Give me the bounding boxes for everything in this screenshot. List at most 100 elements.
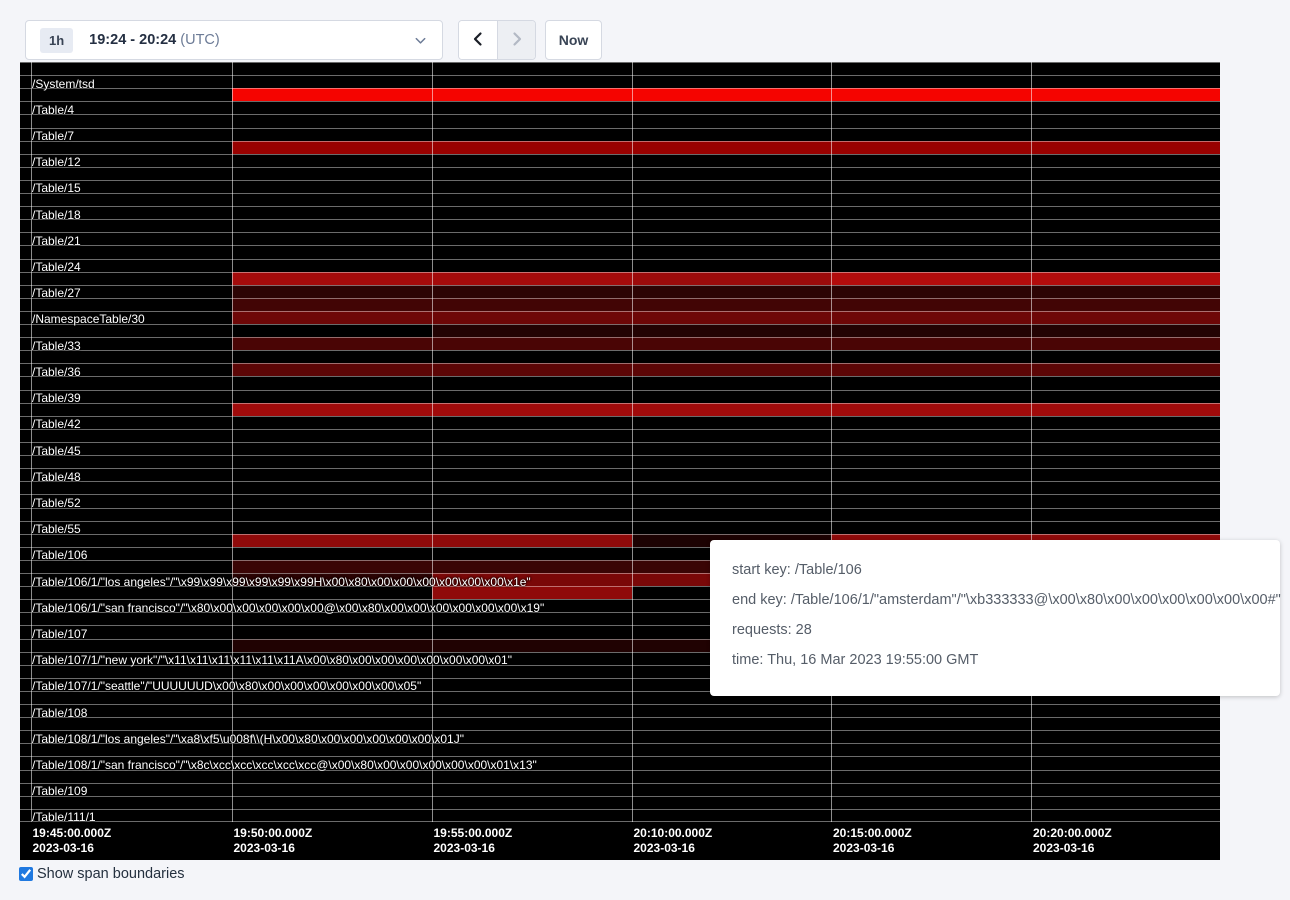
heatmap-cell[interactable] [432,141,632,154]
time-range-text: 19:24 - 20:24 (UTC) [89,32,220,48]
heatmap-cell[interactable] [232,560,432,573]
row-label: /Table/18 [32,208,81,222]
heatmap-cell[interactable] [1031,88,1220,101]
span-boundary-line [20,154,1220,155]
heatmap-cell[interactable] [632,311,832,324]
heatmap-cell[interactable] [831,337,1031,350]
span-boundary-line [20,508,1220,509]
heatmap-cell[interactable] [831,403,1031,416]
heatmap-cell[interactable] [432,324,632,337]
key-visualizer-canvas[interactable]: /System/tsd/Table/4/Table/7/Table/12/Tab… [20,62,1220,822]
next-range-button[interactable] [497,21,535,59]
heatmap-cell[interactable] [632,337,832,350]
heatmap-cell[interactable] [632,88,832,101]
heatmap-cell[interactable] [831,141,1031,154]
heatmap-cell[interactable] [831,272,1031,285]
heatmap-cell[interactable] [831,363,1031,376]
heatmap-cell[interactable] [232,141,432,154]
row-label: /Table/42 [32,417,81,431]
heatmap-cell[interactable] [432,311,632,324]
time-tick: 20:10:00.000Z2023-03-16 [634,826,713,856]
heatmap-cell[interactable] [632,403,832,416]
show-span-boundaries: Show span boundaries [19,866,185,882]
time-range-selector[interactable]: 1h 19:24 - 20:24 (UTC) [25,20,443,60]
heatmap-cell[interactable] [632,285,832,298]
heatmap-cell[interactable] [1031,272,1220,285]
heatmap-cell[interactable] [432,298,632,311]
row-label: /Table/27 [32,286,81,300]
heatmap-cell[interactable] [632,272,832,285]
heatmap-cell[interactable] [432,363,632,376]
heatmap-cell[interactable] [232,337,432,350]
heatmap-cell[interactable] [432,560,632,573]
heatmap-cell[interactable] [232,573,432,586]
time-tick-time: 20:10:00.000Z [634,826,713,841]
heatmap-cell[interactable] [1031,363,1220,376]
heatmap-cell[interactable] [1031,141,1220,154]
show-span-boundaries-checkbox[interactable] [19,867,33,881]
heatmap-cell[interactable] [432,534,632,547]
heatmap-cell[interactable] [232,363,432,376]
time-tick-date: 2023-03-16 [33,841,112,856]
heatmap-cell[interactable] [432,337,632,350]
span-boundary-line [20,756,1220,757]
span-boundary-line [20,193,1220,194]
tooltip-end-key: end key: /Table/106/1/"amsterdam"/"\xb33… [732,592,1258,608]
row-label: /Table/15 [32,181,81,195]
show-span-boundaries-label: Show span boundaries [37,866,185,882]
time-range-timezone: (UTC) [180,32,219,48]
row-label: /Table/107/1/"seattle"/"UUUUUUD\x00\x80\… [32,679,421,693]
time-tick: 20:15:00.000Z2023-03-16 [833,826,912,856]
time-tick: 20:20:00.000Z2023-03-16 [1033,826,1112,856]
heatmap-cell[interactable] [232,88,432,101]
heatmap-cell[interactable] [1031,285,1220,298]
row-label: /Table/108/1/"los angeles"/"\xa8\xf5\u00… [32,732,464,746]
heatmap-cell[interactable] [831,311,1031,324]
heatmap-cell[interactable] [232,534,432,547]
time-range-value: 19:24 - 20:24 [89,32,176,48]
heatmap-cell[interactable] [232,285,432,298]
prev-range-button[interactable] [459,21,497,59]
heatmap-cell[interactable] [1031,403,1220,416]
span-boundary-line [20,455,1220,456]
heatmap-cell[interactable] [831,88,1031,101]
heatmap-cell[interactable] [232,403,432,416]
span-boundary-line [20,468,1220,469]
row-label: /Table/45 [32,444,81,458]
row-label: /Table/39 [32,391,81,405]
span-boundary-line [20,730,1220,731]
heatmap-cell[interactable] [232,272,432,285]
heatmap-cell[interactable] [232,639,432,652]
heatmap-cell[interactable] [632,141,832,154]
heatmap-cell[interactable] [831,298,1031,311]
span-boundary-line [20,416,1220,417]
heatmap-cell[interactable] [432,639,632,652]
span-boundary-line [20,101,1220,102]
heatmap-cell[interactable] [1031,337,1220,350]
row-label: /Table/108/1/"san francisco"/"\x8c\xcc\x… [32,758,537,772]
row-label: /Table/12 [32,155,81,169]
heatmap-cell[interactable] [632,298,832,311]
time-tick-date: 2023-03-16 [634,841,713,856]
heatmap-cell[interactable] [831,324,1031,337]
heatmap-cell[interactable] [232,311,432,324]
heatmap-cell[interactable] [232,298,432,311]
heatmap-cell[interactable] [1031,311,1220,324]
heatmap-cell[interactable] [432,403,632,416]
heatmap-cell[interactable] [632,363,832,376]
heatmap-cell[interactable] [432,88,632,101]
row-label: /Table/107/1/"new york"/"\x11\x11\x11\x1… [32,653,512,667]
cell-tooltip: start key: /Table/106 end key: /Table/10… [710,540,1280,696]
heatmap-cell[interactable] [432,272,632,285]
row-label: /Table/33 [32,339,81,353]
heatmap-cell[interactable] [432,586,632,599]
now-button[interactable]: Now [545,20,602,60]
row-label: /Table/108 [32,706,87,720]
heatmap-cell[interactable] [1031,298,1220,311]
heatmap-cell[interactable] [831,285,1031,298]
heatmap-cell[interactable] [1031,324,1220,337]
chevron-down-icon [413,33,428,48]
heatmap-cell[interactable] [632,324,832,337]
heatmap-cell[interactable] [432,573,632,586]
heatmap-cell[interactable] [432,285,632,298]
